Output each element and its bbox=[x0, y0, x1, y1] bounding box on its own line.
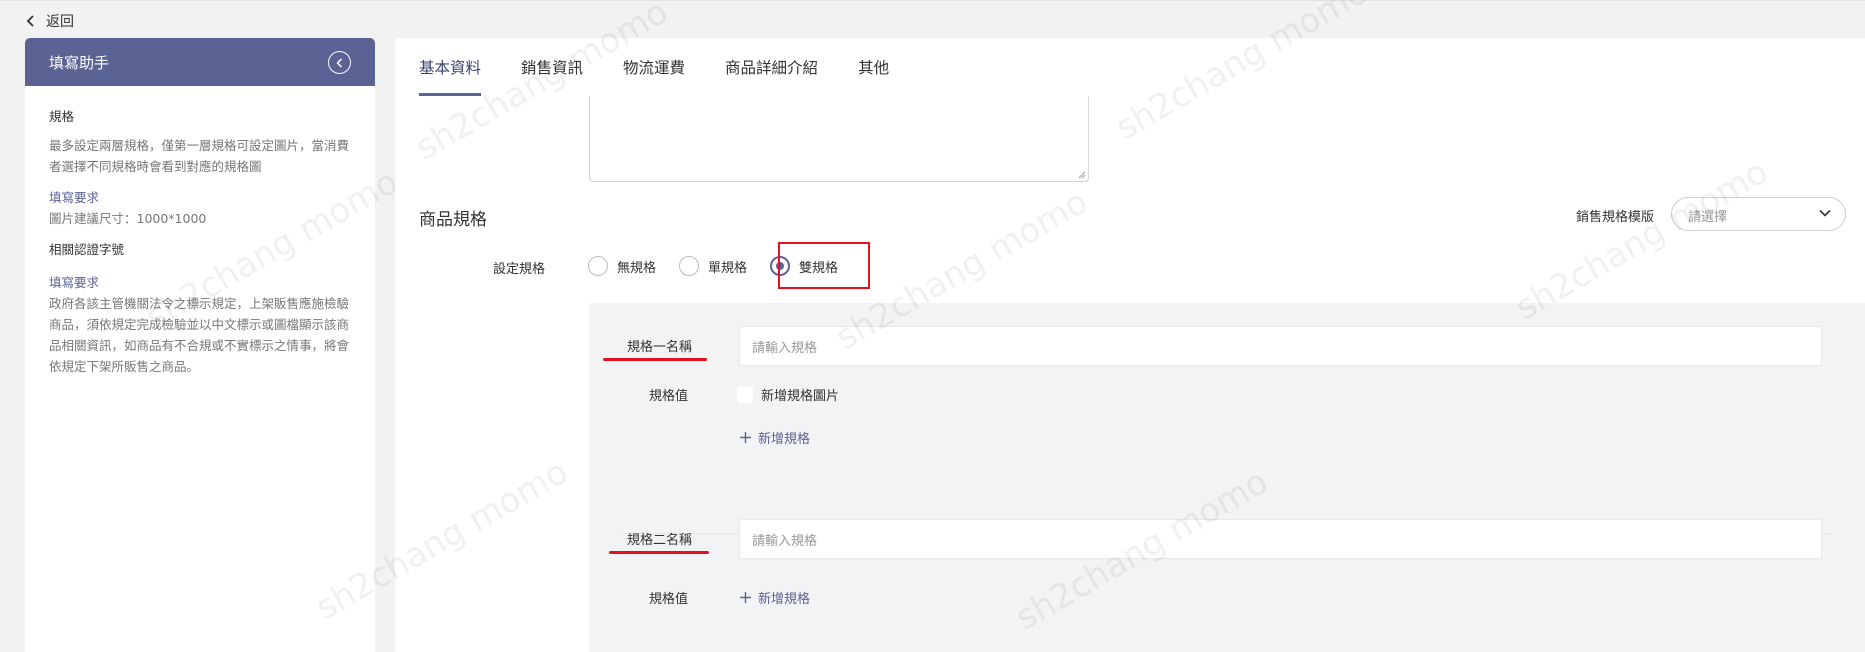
helper-header: 填寫助手 bbox=[25, 38, 375, 86]
helper-title: 填寫助手 bbox=[49, 53, 110, 72]
checkbox-box bbox=[737, 386, 753, 403]
helper-subtitle: 填寫要求 bbox=[49, 190, 100, 205]
template-label: 銷售規格模版 bbox=[1576, 210, 1655, 225]
highlight-annotation-box bbox=[778, 242, 870, 289]
template-select-value: 請選擇 bbox=[1688, 210, 1728, 225]
helper-text: 圖片建議尺寸：1000*1000 bbox=[49, 211, 207, 226]
helper-text: 最多設定兩層規格，僅第一層規格可設定圖片，當消費者選擇不同規格時會看到對應的規格… bbox=[49, 138, 350, 174]
radio-label: 單規格 bbox=[708, 260, 748, 276]
underline-annotation bbox=[609, 551, 709, 554]
tab-bar: 基本資料 銷售資訊 物流運費 商品詳細介紹 其他 bbox=[419, 38, 889, 96]
spec2-name-input[interactable]: 請輸入規格 bbox=[739, 519, 1822, 559]
checkbox-label: 新增規格圖片 bbox=[761, 389, 840, 404]
spec2-name-label: 規格二名稱 bbox=[627, 533, 693, 548]
chevron-left-icon bbox=[26, 15, 34, 27]
add-spec-image-checkbox[interactable]: 新增規格圖片 bbox=[737, 385, 839, 404]
spec1-value-label: 規格值 bbox=[649, 389, 689, 404]
tab-sales-info[interactable]: 銷售資訊 bbox=[521, 38, 583, 96]
spec1-name-label: 規格一名稱 bbox=[627, 340, 693, 355]
plus-icon bbox=[740, 432, 751, 443]
radio-single-spec[interactable]: 單規格 bbox=[679, 248, 747, 284]
main-form: 基本資料 銷售資訊 物流運費 商品詳細介紹 其他 商品規格 銷售規格模版 請選擇… bbox=[395, 38, 1865, 652]
chevron-down-icon bbox=[1819, 209, 1831, 217]
top-bar: 返回 bbox=[0, 0, 1865, 38]
tab-shipping[interactable]: 物流運費 bbox=[623, 38, 685, 96]
chevron-left-icon bbox=[336, 57, 343, 68]
back-label: 返回 bbox=[46, 14, 74, 30]
underline-annotation bbox=[603, 358, 707, 361]
tab-basic-info[interactable]: 基本資料 bbox=[419, 38, 482, 96]
helper-section-title: 相關認證字號 bbox=[49, 242, 125, 257]
radio-label: 無規格 bbox=[617, 260, 657, 276]
add-spec1-button[interactable]: 新增規格 bbox=[740, 428, 810, 447]
add-spec-label: 新增規格 bbox=[758, 592, 811, 607]
helper-panel: 填寫助手 規格 最多設定兩層規格，僅第一層規格可設定圖片，當消費者選擇不同規格時… bbox=[25, 38, 375, 652]
spec-section-title: 商品規格 bbox=[419, 210, 487, 230]
spec-panel: 規格一名稱 請輸入規格 規格值 新增規格圖片 新增規格 規格二名稱 請輸入規格 … bbox=[589, 303, 1865, 652]
description-textarea[interactable] bbox=[589, 96, 1089, 182]
radio-circle bbox=[679, 256, 700, 276]
radio-no-spec[interactable]: 無規格 bbox=[588, 248, 656, 284]
add-spec2-button[interactable]: 新增規格 bbox=[740, 588, 810, 607]
template-select[interactable]: 請選擇 bbox=[1671, 197, 1846, 231]
plus-icon bbox=[740, 592, 751, 603]
input-placeholder: 請輸入規格 bbox=[752, 534, 818, 549]
set-spec-label: 設定規格 bbox=[493, 262, 546, 277]
resize-handle-icon[interactable] bbox=[1078, 171, 1086, 179]
add-spec-label: 新增規格 bbox=[758, 432, 811, 447]
spec2-value-label: 規格值 bbox=[649, 592, 689, 607]
collapse-helper-button[interactable] bbox=[328, 51, 351, 74]
tab-other[interactable]: 其他 bbox=[858, 38, 889, 96]
tab-product-details[interactable]: 商品詳細介紹 bbox=[725, 38, 818, 96]
spec1-name-input[interactable]: 請輸入規格 bbox=[739, 326, 1822, 366]
helper-body: 規格 最多設定兩層規格，僅第一層規格可設定圖片，當消費者選擇不同規格時會看到對應… bbox=[25, 86, 375, 377]
radio-circle bbox=[588, 256, 608, 276]
helper-section-title: 規格 bbox=[49, 109, 75, 124]
helper-text: 政府各該主管機關法令之標示規定，上架販售應施檢驗商品，須依規定完成檢驗並以中文標… bbox=[49, 296, 350, 374]
input-placeholder: 請輸入規格 bbox=[752, 341, 818, 356]
helper-subtitle: 填寫要求 bbox=[49, 275, 100, 290]
back-button[interactable]: 返回 bbox=[26, 11, 74, 31]
